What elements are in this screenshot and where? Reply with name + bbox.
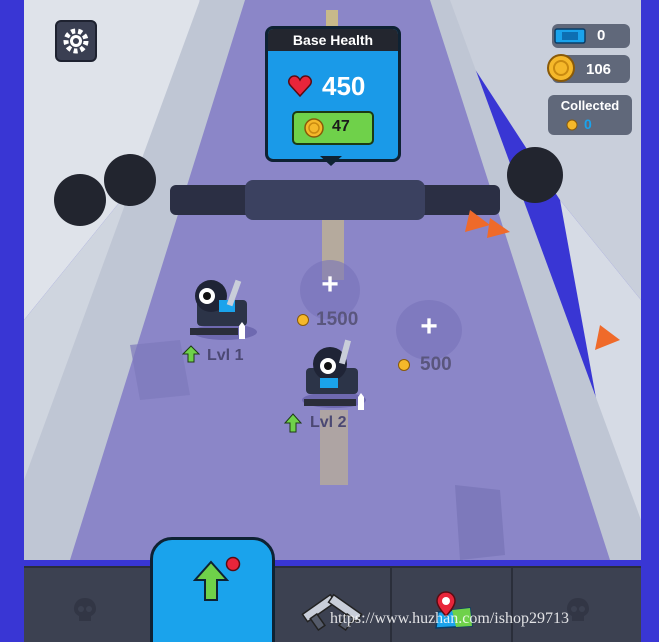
game-scene: Base Health 450 47 0 106 Collected 0 + 1… <box>0 0 659 642</box>
bottom-toolbar <box>24 566 641 642</box>
level-up-arrow-icon <box>182 345 200 363</box>
ticket-icon <box>554 28 586 44</box>
coins-value: 106 <box>586 61 612 78</box>
unit-2-progress-bar <box>304 399 356 406</box>
build-spot-2-cost: 500 <box>420 354 452 375</box>
collected-label: Collected <box>560 98 620 113</box>
panel-pointer <box>320 156 342 166</box>
toolbar-slot-upgrade[interactable] <box>150 537 275 642</box>
plus-icon: + <box>420 310 438 343</box>
build-spot-1-cost: 1500 <box>316 309 359 330</box>
settings-button[interactable] <box>55 20 97 62</box>
notification-dot <box>225 556 241 572</box>
toolbar-slot-locked-left[interactable] <box>24 568 148 642</box>
coin-icon <box>304 118 324 138</box>
bullet-icon <box>358 393 364 410</box>
build-spot-2[interactable]: + <box>396 300 462 360</box>
unit-1-level: Lvl 1 <box>207 347 244 364</box>
collected-value: 0 <box>584 116 592 132</box>
tickets-counter: 0 <box>552 24 630 48</box>
toolbar-slot-weapons[interactable] <box>269 568 391 642</box>
coin-icon <box>566 119 578 131</box>
unit-2-level: Lvl 2 <box>310 414 347 431</box>
watermark-text: https://www.huzhan.com/ishop29713 <box>330 610 569 627</box>
level-up-arrow-icon <box>284 413 302 433</box>
coin-icon <box>547 54 575 82</box>
base-health-panel: Base Health 450 47 <box>265 26 401 162</box>
gear-icon <box>63 28 89 54</box>
toolbar-slot-locked-right[interactable] <box>511 568 643 642</box>
coins-counter: 106 <box>547 54 630 83</box>
toolbar-slot-map[interactable] <box>390 568 512 642</box>
skull-icon <box>74 598 96 621</box>
plus-icon: + <box>321 268 339 301</box>
base-health-title: Base Health <box>268 29 398 51</box>
collected-panel: Collected 0 <box>548 95 632 135</box>
defender-unit-2[interactable] <box>298 338 378 408</box>
base-health-value: 450 <box>322 71 366 101</box>
upgrade-arrow-icon <box>193 560 229 601</box>
bullet-icon <box>239 322 245 339</box>
right-border <box>641 0 659 642</box>
coin-icon <box>297 314 309 326</box>
repair-cost: 47 <box>332 118 350 135</box>
tickets-value: 0 <box>597 27 606 44</box>
coin-icon <box>398 359 410 371</box>
repair-base-button[interactable]: 47 <box>292 111 374 145</box>
unit-1-progress-bar <box>190 328 238 335</box>
heart-icon <box>288 75 312 97</box>
left-border <box>0 0 24 642</box>
